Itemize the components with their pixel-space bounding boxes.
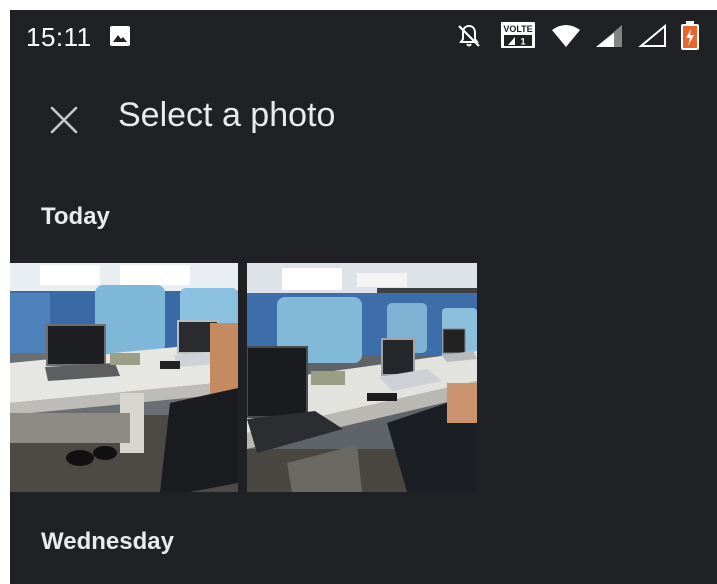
bell-off-icon [458,24,480,47]
close-icon [50,106,78,134]
close-button[interactable] [42,98,86,142]
photo-picker-screen: 15:11 VOLTE 1 Select a photo Today Wedne… [10,10,717,584]
volte-icon: VOLTE 1 [501,22,535,48]
photo-thumbnail[interactable] [247,263,477,492]
photo-thumbnail[interactable] [10,263,238,492]
page-title: Select a photo [118,96,336,134]
office-photo-image [247,263,477,492]
svg-text:1: 1 [520,37,525,47]
battery-charging-icon [681,21,699,50]
svg-text:VOLTE: VOLTE [503,24,532,34]
status-time: 15:11 [26,22,92,52]
section-header-today: Today [41,203,110,230]
section-header-wednesday: Wednesday [41,528,174,555]
image-icon [110,26,130,46]
wifi-icon [552,25,580,47]
office-photo-image [10,263,238,492]
signal-empty-icon [638,24,666,47]
status-bar: 15:11 VOLTE 1 [10,10,717,62]
signal-icon [596,25,622,47]
